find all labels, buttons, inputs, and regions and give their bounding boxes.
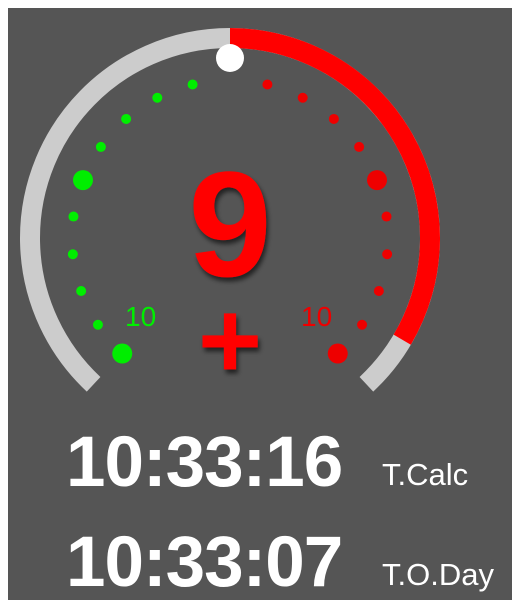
plus-sign-icon: + (198, 279, 262, 402)
right-tick-dot-major (367, 170, 388, 191)
left-tick-dot (95, 141, 106, 152)
time-row-calc: 10:33:16 T.Calc (8, 423, 512, 503)
right-tick-dot-major (327, 343, 348, 364)
left-tick-dot (68, 211, 79, 222)
right-tick-dot (382, 249, 393, 260)
left-tick-dot (76, 286, 87, 296)
calc-time-value: 10:33:16 (66, 423, 343, 502)
left-tick-dot (67, 249, 78, 260)
right-tick-dot (373, 286, 384, 296)
left-tick-dot-major (112, 343, 133, 364)
right-tick-dot (262, 79, 273, 90)
left-tick-dot (187, 79, 198, 90)
calc-time-label: T.Calc (382, 457, 469, 492)
oday-time-value: 10:33:07 (66, 523, 343, 600)
time-row-oday: 10:33:07 T.O.Day (8, 523, 512, 600)
left-tick-dot (121, 113, 132, 124)
right-tick-dot (328, 113, 339, 124)
right-tick-dot (357, 319, 368, 330)
left-tick-dot (152, 92, 163, 103)
left-scale-label: 10 (125, 301, 156, 332)
left-tick-dot-major (72, 170, 93, 191)
right-tick-dot (381, 211, 392, 222)
gauge-panel: 10 10 9 + 10:33:16 T.Calc 10:33:07 T.O.D… (8, 8, 512, 600)
right-tick-dot (354, 141, 365, 152)
gauge-dial: 10 10 9 + (20, 28, 440, 402)
gauge-top-marker (216, 44, 244, 72)
right-scale-label: 10 (301, 301, 332, 332)
oday-time-label: T.O.Day (382, 557, 494, 592)
left-tick-dot (92, 319, 103, 330)
right-tick-dot (297, 92, 308, 103)
